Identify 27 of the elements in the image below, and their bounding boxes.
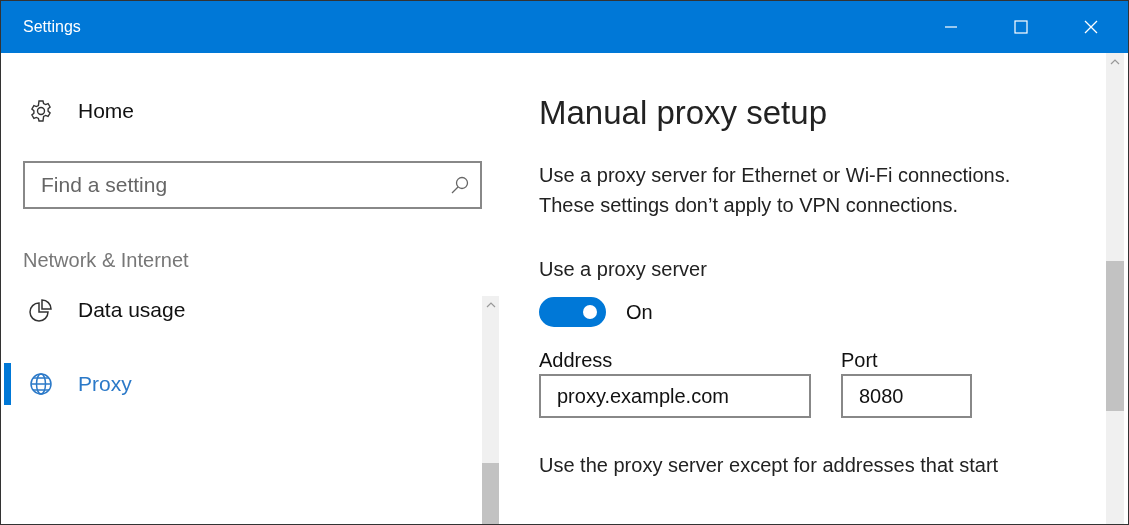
page-heading: Manual proxy setup [539, 94, 827, 132]
scrollbar-thumb[interactable] [482, 463, 499, 524]
search-icon [450, 175, 470, 195]
port-field[interactable]: 8080 [841, 374, 972, 418]
toggle-switch[interactable] [539, 297, 606, 327]
window-title: Settings [23, 18, 81, 36]
scroll-up-icon[interactable] [486, 301, 496, 309]
gear-icon [29, 99, 53, 123]
nav-item[interactable]: Proxy [1, 363, 279, 405]
pie-chart-icon [29, 298, 53, 322]
nav-item[interactable]: Data usage [1, 289, 279, 331]
field-label: Port [841, 349, 878, 372]
toggle-state: On [626, 300, 653, 324]
scrollbar-thumb[interactable] [1106, 261, 1124, 411]
description-text: Use a proxy server for Ethernet or Wi-Fi connections. [539, 163, 1011, 188]
search-field[interactable]: Find a setting [23, 161, 482, 209]
description-text: These settings don’t apply to VPN connections. [539, 193, 960, 218]
scroll-up-icon[interactable] [1110, 58, 1120, 66]
globe-icon [29, 372, 53, 396]
home-nav-item[interactable]: Home [29, 99, 149, 123]
section-heading: Network & Internet [23, 249, 189, 272]
field-label: Address [539, 349, 613, 372]
maximize-icon[interactable] [1014, 20, 1028, 34]
address-field[interactable]: proxy.example.com [539, 374, 811, 418]
exceptions-text: Use the proxy server except for addresses that start [539, 454, 999, 477]
close-icon[interactable] [1084, 20, 1098, 34]
toggle-label: Use a proxy server [539, 258, 707, 281]
